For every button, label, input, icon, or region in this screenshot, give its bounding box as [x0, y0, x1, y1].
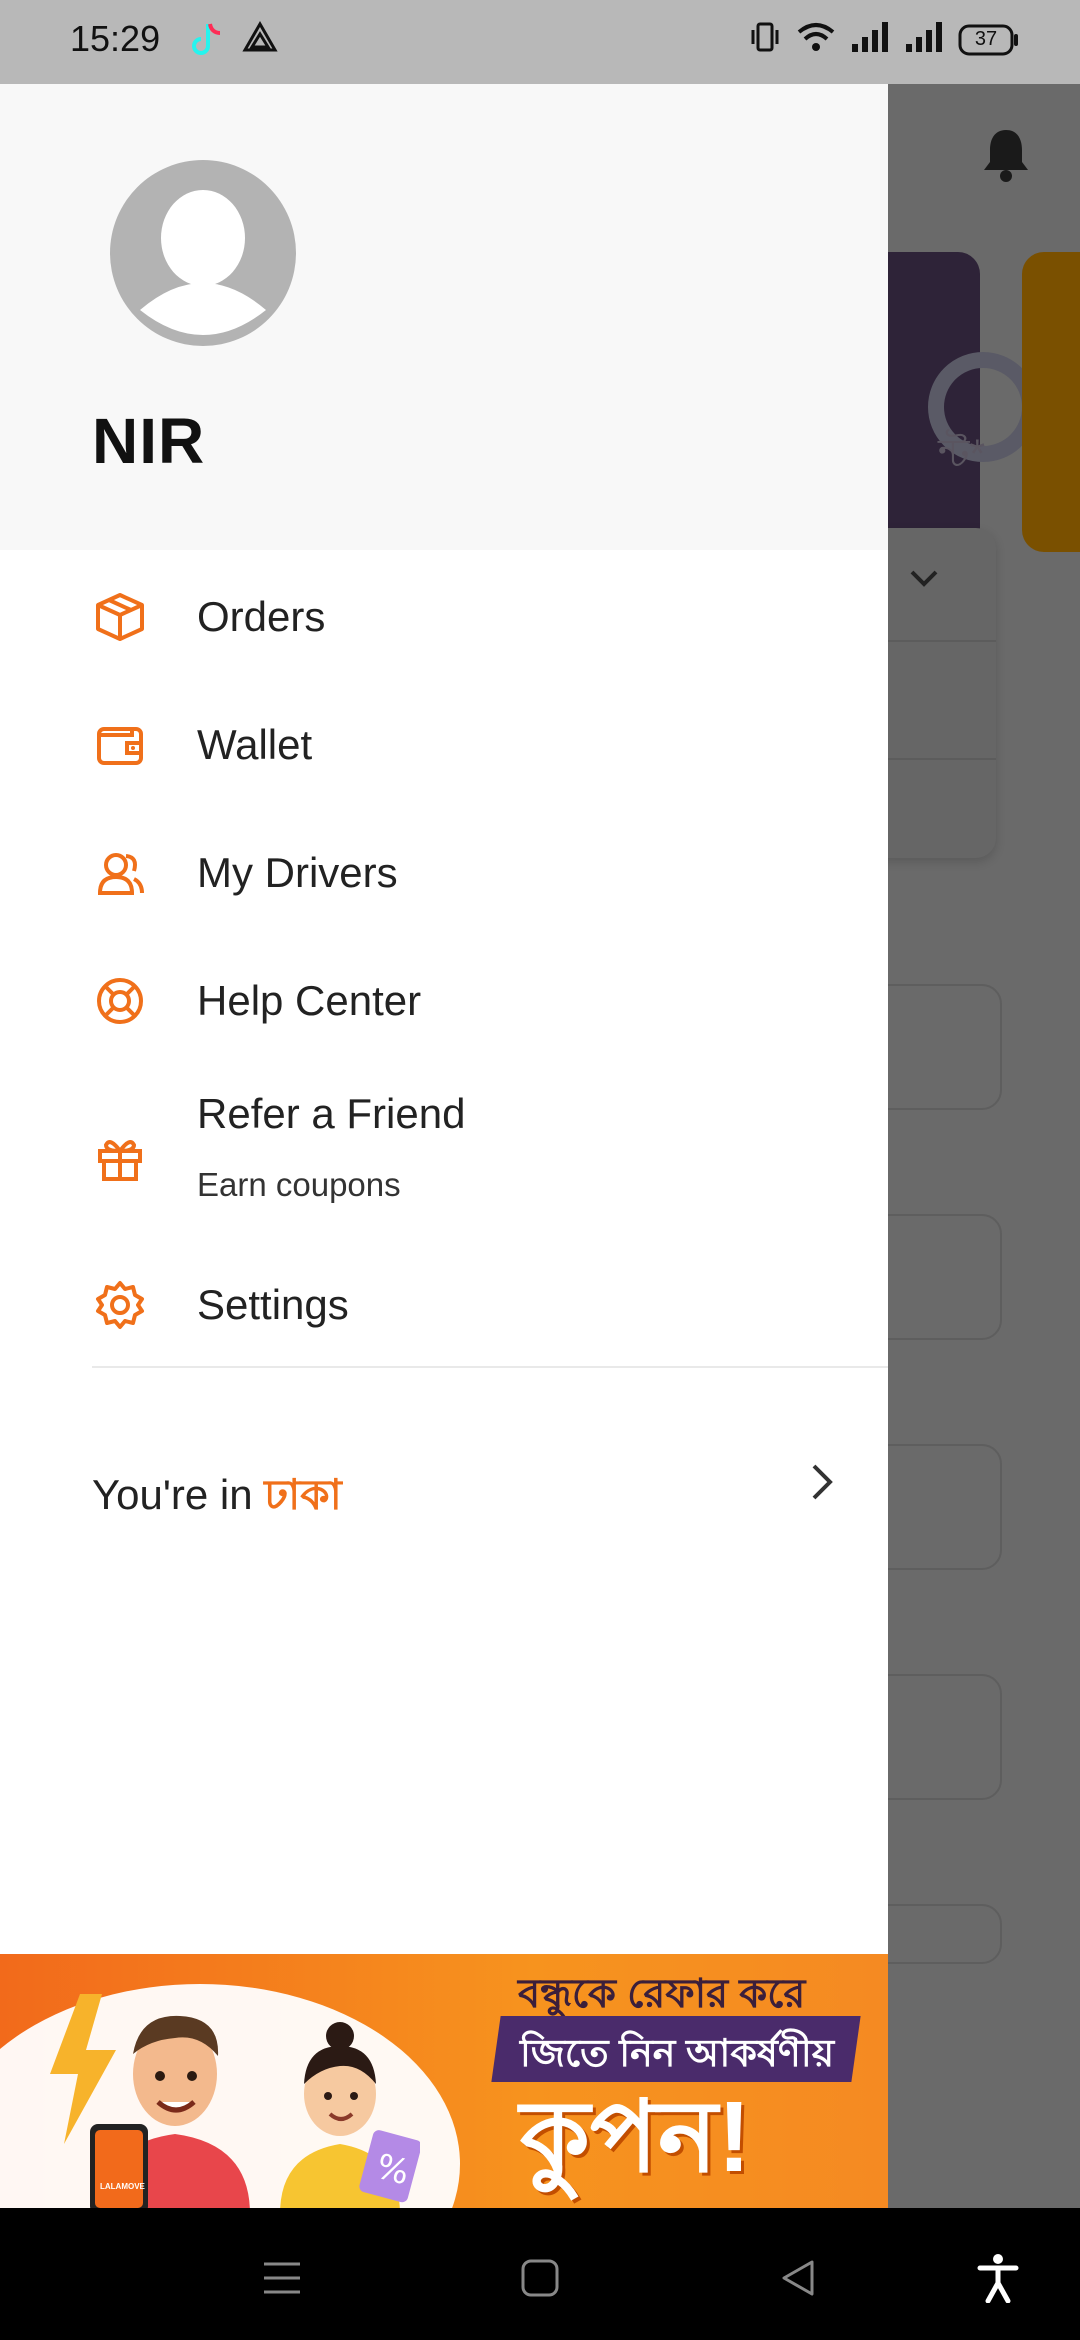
menu-item-orders[interactable]: Orders: [0, 562, 888, 672]
bell-icon: [978, 124, 1034, 189]
signal-icon: [904, 20, 944, 59]
background-app[interactable]: ন্ট*: [888, 84, 1080, 2208]
menu-item-refer-a-friend[interactable]: Refer a Friend Earn coupons: [0, 1074, 888, 1244]
location-city: ঢাকা: [264, 1471, 342, 1518]
drive-icon: [242, 20, 278, 65]
chevron-right-icon: [808, 1460, 838, 1509]
menu-item-help-center[interactable]: Help Center: [0, 946, 888, 1056]
location-prefix: You're in: [92, 1471, 265, 1518]
package-icon: [92, 589, 148, 645]
chevron-down-icon: [908, 568, 940, 593]
drivers-icon: [92, 845, 148, 901]
status-system-icons: 37: [748, 20, 1020, 59]
lifebuoy-icon: [92, 973, 148, 1029]
banner-phone-brand: LALAMOVE: [100, 2182, 145, 2191]
wallet-icon: [92, 717, 148, 773]
vibrate-icon: [748, 20, 782, 59]
status-time: 15:29: [70, 18, 161, 59]
woman-illustration: %: [270, 2014, 422, 2208]
background-row: [888, 1674, 1002, 1800]
wifi-icon: [796, 20, 836, 59]
accessibility-icon[interactable]: [968, 2248, 1028, 2308]
avatar[interactable]: [110, 160, 296, 346]
referral-promo-banner[interactable]: LALAMOVE % বন্ধুকে রেফার করে জিতে নিন আক…: [0, 1954, 888, 2208]
banner-headline: কুপন!: [520, 2081, 751, 2193]
divider: [92, 1366, 888, 1368]
tiktok-icon: [188, 20, 224, 65]
menu-label: Wallet: [197, 721, 313, 768]
user-name: NIR: [92, 405, 206, 477]
menu-label: Orders: [197, 593, 326, 640]
location-text: You're in ঢাকা: [92, 1462, 342, 1533]
background-card-text: ন্ট*: [938, 432, 986, 476]
banner-line2: জিতে নিন আকর্ষণীয়: [520, 2033, 835, 2075]
menu-sublabel: Earn coupons: [197, 1166, 401, 1203]
gift-icon: [92, 1131, 148, 1187]
background-promo-card: [1022, 252, 1080, 552]
drawer-header[interactable]: NIR: [0, 84, 888, 550]
background-row: [888, 984, 1002, 1110]
background-panel: [888, 528, 996, 858]
background-promo-card: ন্ট*: [888, 252, 1038, 552]
background-row: [888, 1444, 1002, 1570]
background-row: [888, 1214, 1002, 1340]
menu-item-settings[interactable]: Settings: [0, 1250, 888, 1360]
menu-item-my-drivers[interactable]: My Drivers: [0, 818, 888, 928]
man-illustration: LALAMOVE: [90, 1994, 260, 2208]
gear-icon: [92, 1277, 148, 1333]
menu-icon[interactable]: [252, 2248, 312, 2308]
menu-label: Settings: [197, 1281, 349, 1328]
back-icon[interactable]: [768, 2248, 828, 2308]
background-row: [888, 1904, 1002, 1964]
battery-icon: 37: [958, 24, 1020, 56]
menu-label: Refer a Friend: [197, 1090, 466, 1137]
battery-level: 37: [974, 27, 998, 50]
menu-label: Help Center: [197, 977, 422, 1024]
status-bar: 15:29 37: [0, 0, 1080, 84]
home-icon[interactable]: [510, 2248, 570, 2308]
menu-label: My Drivers: [197, 849, 398, 896]
location-selector[interactable]: You're in ঢাকা: [0, 1424, 888, 1534]
system-navigation-bar: [0, 2208, 1080, 2340]
navigation-drawer: NIR Orders Wallet My Drivers Help Center…: [0, 84, 888, 2208]
signal-icon: [850, 20, 890, 59]
menu-item-wallet[interactable]: Wallet: [0, 690, 888, 800]
status-notification-icons: [188, 20, 278, 65]
